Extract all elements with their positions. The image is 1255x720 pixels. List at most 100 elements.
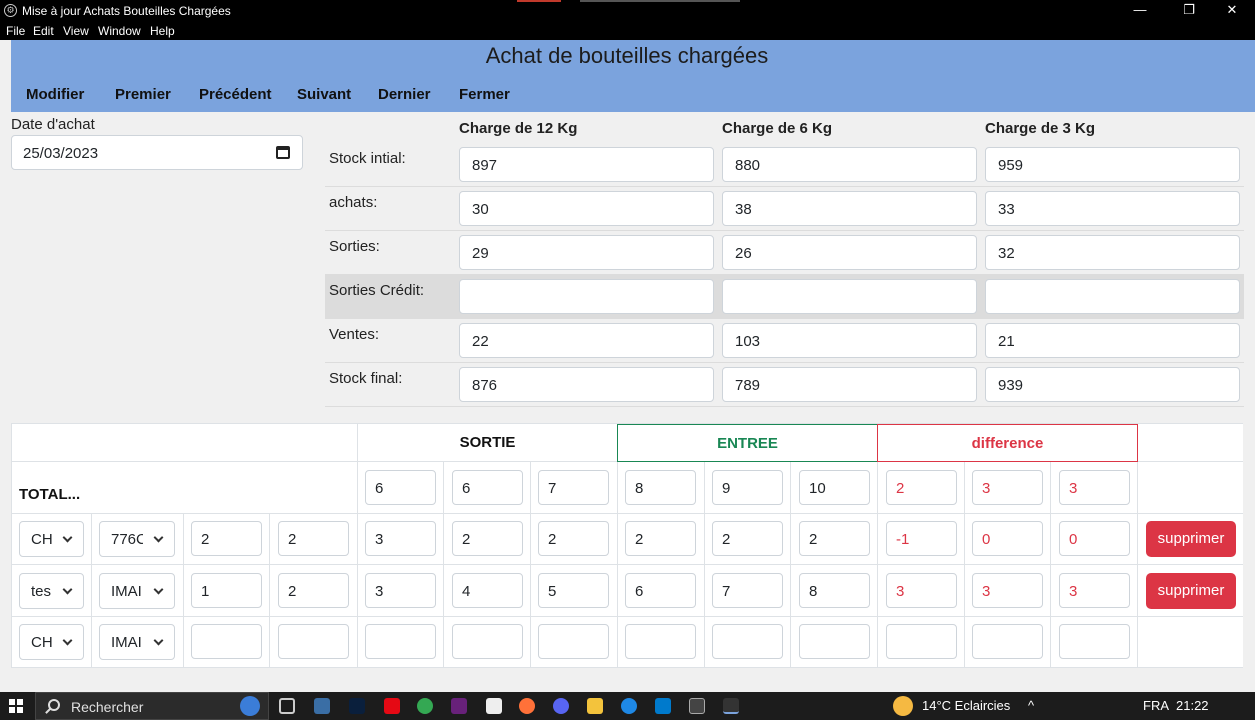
stock-final-3kg-input[interactable]: 939 (985, 367, 1240, 402)
row-sortie-6kg[interactable] (452, 624, 523, 659)
bing-icon[interactable] (240, 696, 260, 716)
vscode-icon[interactable] (655, 698, 671, 714)
total-sortie-3kg[interactable]: 7 (538, 470, 609, 505)
nav-suivant[interactable]: Suivant (297, 86, 351, 103)
netflix-icon[interactable] (384, 698, 400, 714)
nav-precedent[interactable]: Précédent (199, 86, 272, 103)
stock-initial-3kg-input[interactable]: 959 (985, 147, 1240, 182)
achats-3kg-input[interactable]: 33 (985, 191, 1240, 226)
row-sortie-12kg[interactable]: 3 (365, 573, 436, 608)
terminal-icon[interactable] (689, 698, 705, 714)
clock[interactable]: 21:22 (1176, 698, 1209, 713)
row-field-b[interactable] (278, 624, 349, 659)
total-entree-3kg[interactable]: 10 (799, 470, 870, 505)
menu-view[interactable]: View (63, 24, 89, 38)
delete-row-button[interactable]: supprimer (1146, 521, 1236, 557)
photoshop-icon[interactable] (349, 698, 365, 714)
nav-fermer[interactable]: Fermer (459, 86, 510, 103)
nav-premier[interactable]: Premier (115, 86, 171, 103)
maximize-button[interactable]: ❐ (1166, 0, 1212, 22)
row-entree-12kg[interactable] (625, 624, 696, 659)
stock-initial-12kg-input[interactable]: 897 (459, 147, 714, 182)
nav-modifier[interactable]: Modifier (26, 86, 84, 103)
sorties-credit-6kg-input[interactable] (722, 279, 977, 314)
row-sortie-3kg[interactable]: 2 (538, 521, 609, 556)
sorties-credit-3kg-input[interactable] (985, 279, 1240, 314)
row-entree-6kg[interactable]: 7 (712, 573, 783, 608)
active-app-icon[interactable] (723, 698, 739, 714)
date-input[interactable]: 25/03/2023 (11, 135, 303, 170)
folder-icon[interactable] (587, 698, 603, 714)
close-button[interactable]: ✕ (1209, 0, 1255, 22)
menu-help[interactable]: Help (150, 24, 175, 38)
stock-final-12kg-input[interactable]: 876 (459, 367, 714, 402)
menu-file[interactable]: File (6, 24, 25, 38)
sorties-6kg-input[interactable]: 26 (722, 235, 977, 270)
product-select[interactable]: 776C (99, 521, 175, 557)
row-entree-3kg[interactable]: 8 (799, 573, 870, 608)
row-entree-12kg[interactable]: 2 (625, 521, 696, 556)
total-entree-6kg[interactable]: 9 (712, 470, 783, 505)
file-icon[interactable] (486, 698, 502, 714)
product-select[interactable]: IMAI (99, 573, 175, 609)
stock-final-6kg-input[interactable]: 789 (722, 367, 977, 402)
firefox-icon[interactable] (519, 698, 535, 714)
weather-icon[interactable] (893, 696, 913, 716)
row-sortie-6kg[interactable]: 4 (452, 573, 523, 608)
row-entree-3kg[interactable]: 2 (799, 521, 870, 556)
row-difference-6kg[interactable]: 0 (972, 521, 1043, 556)
calendar-icon[interactable] (276, 146, 290, 159)
ventes-3kg-input[interactable]: 21 (985, 323, 1240, 358)
total-sortie-12kg[interactable]: 6 (365, 470, 436, 505)
row-entree-3kg[interactable] (799, 624, 870, 659)
ventes-6kg-input[interactable]: 103 (722, 323, 977, 358)
row-difference-6kg[interactable] (972, 624, 1043, 659)
weather-text[interactable]: 14°C Eclaircies (922, 698, 1010, 713)
row-difference-12kg[interactable] (886, 624, 957, 659)
achats-6kg-input[interactable]: 38 (722, 191, 977, 226)
menu-window[interactable]: Window (98, 24, 141, 38)
row-sortie-3kg[interactable] (538, 624, 609, 659)
total-difference-12kg[interactable]: 2 (886, 470, 957, 505)
chevron-up-icon[interactable]: ^ (1028, 698, 1034, 713)
menu-edit[interactable]: Edit (33, 24, 54, 38)
row-difference-3kg[interactable]: 3 (1059, 573, 1130, 608)
sorties-12kg-input[interactable]: 29 (459, 235, 714, 270)
row-field-a[interactable]: 1 (191, 573, 262, 608)
row-sortie-3kg[interactable]: 5 (538, 573, 609, 608)
row-difference-12kg[interactable]: -1 (886, 521, 957, 556)
row-sortie-6kg[interactable]: 2 (452, 521, 523, 556)
taskbar-search-input[interactable]: Rechercher (35, 692, 269, 720)
client-select[interactable]: CH (19, 624, 84, 660)
sorties-3kg-input[interactable]: 32 (985, 235, 1240, 270)
total-difference-3kg[interactable]: 3 (1059, 470, 1130, 505)
total-entree-12kg[interactable]: 8 (625, 470, 696, 505)
nav-dernier[interactable]: Dernier (378, 86, 431, 103)
row-difference-12kg[interactable]: 3 (886, 573, 957, 608)
row-sortie-12kg[interactable]: 3 (365, 521, 436, 556)
total-difference-6kg[interactable]: 3 (972, 470, 1043, 505)
ventes-12kg-input[interactable]: 22 (459, 323, 714, 358)
client-select[interactable]: tes (19, 573, 84, 609)
language-indicator[interactable]: FRA (1143, 698, 1169, 713)
achats-12kg-input[interactable]: 30 (459, 191, 714, 226)
client-select[interactable]: CH (19, 521, 84, 557)
total-sortie-6kg[interactable]: 6 (452, 470, 523, 505)
row-difference-3kg[interactable] (1059, 624, 1130, 659)
delete-row-button[interactable]: supprimer (1146, 573, 1236, 609)
sorties-credit-12kg-input[interactable] (459, 279, 714, 314)
task-view-icon[interactable] (279, 698, 295, 714)
discord-icon[interactable] (553, 698, 569, 714)
minimize-button[interactable]: — (1117, 0, 1163, 22)
row-entree-6kg[interactable]: 2 (712, 521, 783, 556)
stock-initial-6kg-input[interactable]: 880 (722, 147, 977, 182)
row-difference-3kg[interactable]: 0 (1059, 521, 1130, 556)
row-difference-6kg[interactable]: 3 (972, 573, 1043, 608)
chrome-icon[interactable] (417, 698, 433, 714)
row-field-b[interactable]: 2 (278, 573, 349, 608)
row-field-a[interactable]: 2 (191, 521, 262, 556)
row-entree-12kg[interactable]: 6 (625, 573, 696, 608)
row-sortie-12kg[interactable] (365, 624, 436, 659)
row-entree-6kg[interactable] (712, 624, 783, 659)
visual-studio-icon[interactable] (451, 698, 467, 714)
